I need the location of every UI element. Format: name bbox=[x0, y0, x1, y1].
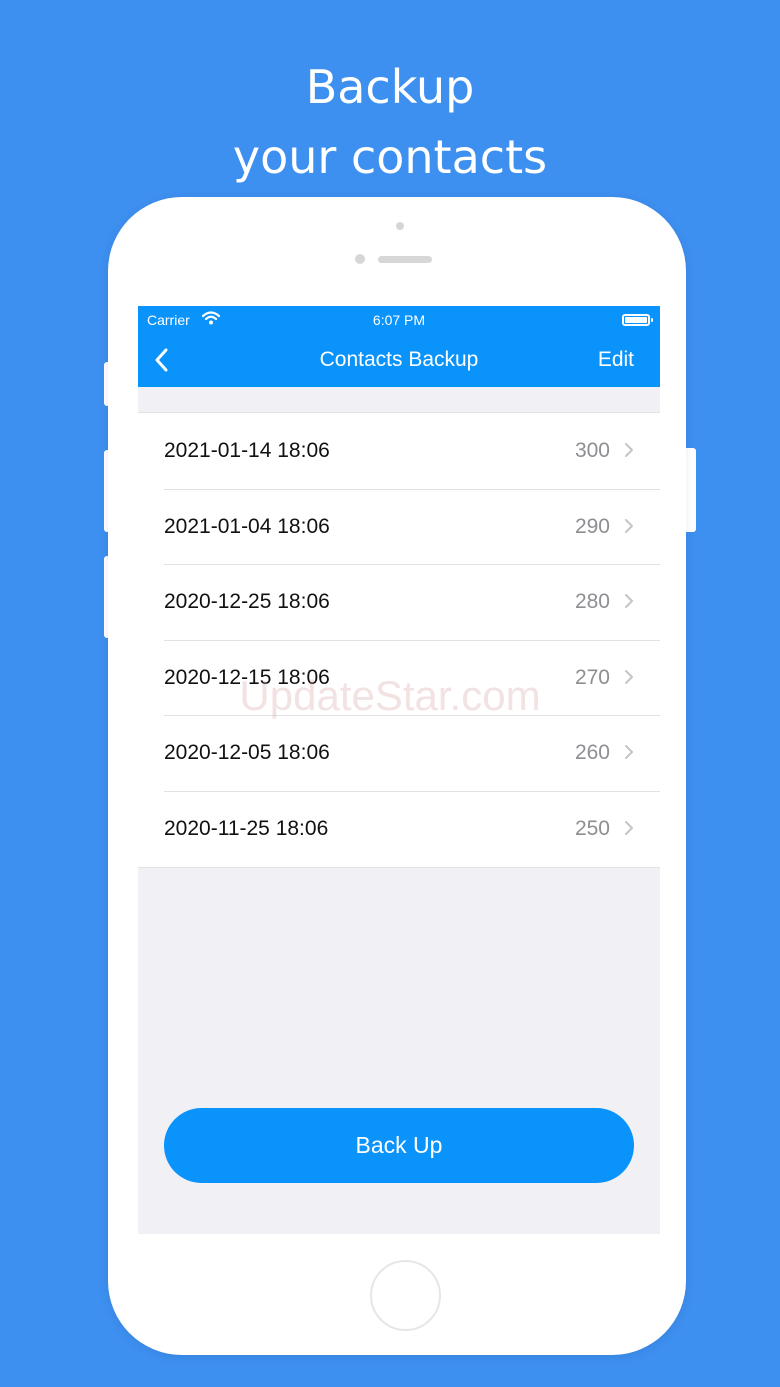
back-up-button[interactable]: Back Up bbox=[164, 1108, 634, 1183]
phone-home-button bbox=[370, 1260, 441, 1331]
phone-sensor bbox=[396, 222, 404, 230]
backup-contact-count: 250 bbox=[574, 816, 610, 840]
phone-speaker bbox=[378, 256, 432, 263]
chevron-right-icon bbox=[625, 518, 633, 533]
headline-line-1: Backup bbox=[305, 60, 475, 114]
navigation-bar: Contacts Backup Edit bbox=[138, 334, 660, 387]
backup-contact-count: 300 bbox=[574, 439, 610, 462]
backup-date: 2021-01-04 18:06 bbox=[164, 514, 330, 538]
chevron-right-icon bbox=[625, 745, 633, 760]
battery-icon bbox=[622, 314, 653, 326]
backup-row[interactable]: 2020-11-25 18:06 250 bbox=[138, 790, 660, 867]
backup-contact-count: 260 bbox=[574, 741, 610, 765]
headline-line-2: your contacts bbox=[232, 130, 548, 184]
backup-date: 2020-12-25 18:06 bbox=[164, 590, 330, 614]
backup-list: 2021-01-14 18:06 300 2021-01-04 18:06 290 20… bbox=[138, 412, 660, 868]
backup-row[interactable]: 2020-12-25 18:06 280 bbox=[138, 564, 660, 640]
backup-row[interactable]: 2021-01-04 18:06 290 bbox=[138, 488, 660, 565]
status-bar: Carrier 6:07 PM bbox=[138, 306, 660, 334]
phone-camera bbox=[355, 254, 365, 264]
backup-date: 2020-12-05 18:06 bbox=[164, 741, 330, 765]
backup-date: 2021-01-14 18:06 bbox=[164, 439, 330, 462]
status-time: 6:07 PM bbox=[372, 312, 426, 328]
backup-row[interactable]: 2020-12-05 18:06 260 bbox=[138, 715, 660, 791]
chevron-right-icon bbox=[625, 443, 633, 457]
backup-row[interactable]: 2021-01-14 18:06 300 bbox=[138, 413, 660, 489]
backup-contact-count: 280 bbox=[574, 590, 610, 614]
backup-date: 2020-12-15 18:06 bbox=[164, 665, 330, 689]
backup-row[interactable]: 2020-12-15 18:06 270 bbox=[138, 639, 660, 716]
chevron-right-icon bbox=[625, 594, 633, 609]
chevron-right-icon bbox=[625, 820, 633, 835]
backup-contact-count: 290 bbox=[574, 514, 610, 538]
app-screen: Carrier 6:07 PM Contacts Backup Edit 202… bbox=[138, 306, 660, 1234]
promo-headline: Backup your contacts bbox=[0, 52, 780, 192]
backup-date: 2020-11-25 18:06 bbox=[164, 816, 329, 840]
edit-button[interactable]: Edit bbox=[598, 348, 634, 372]
chevron-right-icon bbox=[625, 669, 633, 684]
backup-contact-count: 270 bbox=[574, 665, 610, 689]
page-title: Contacts Backup bbox=[319, 348, 479, 371]
